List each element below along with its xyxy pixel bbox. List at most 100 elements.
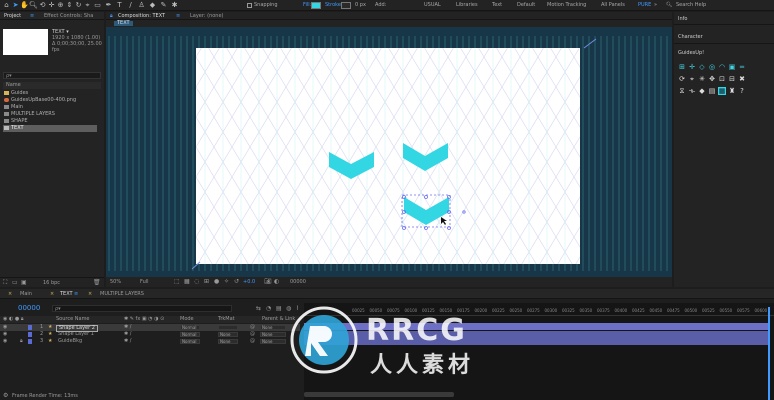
tab-close-icon[interactable]: × xyxy=(88,291,92,297)
fill-color-swatch[interactable] xyxy=(311,2,321,9)
guide-frame-icon[interactable]: ▣ xyxy=(728,63,736,71)
roto-brush-tool-icon[interactable]: ✎ xyxy=(159,1,168,10)
color-channels-icon[interactable]: ● xyxy=(214,278,219,285)
delete-icon[interactable]: 🗑︎ xyxy=(93,279,101,286)
layer-mode-dropdown[interactable]: Normal xyxy=(180,332,200,337)
rectangle-tool-icon[interactable]: ▭ xyxy=(93,1,102,10)
exposure-value[interactable]: +0.0 xyxy=(243,279,255,285)
layer-row[interactable]: ◉ 🔒︎ 3 ★ GuideBkg ✱ / Normal None @ None xyxy=(0,338,300,345)
column-mode[interactable]: Mode xyxy=(180,316,194,323)
clone-stamp-tool-icon[interactable]: ♙ xyxy=(137,1,146,10)
layer-label-color[interactable] xyxy=(28,332,32,337)
layer-row[interactable]: ◉ 2 ★ Shape Layer 1 ✱ / Normal None @ No… xyxy=(0,331,300,338)
layer-switches-icon[interactable]: ✱ / xyxy=(124,331,131,338)
guide-delete-icon[interactable]: ✖ xyxy=(738,75,746,83)
workspace-text[interactable]: Text xyxy=(492,2,502,9)
frame-blend-icon[interactable]: ▤ xyxy=(276,305,282,312)
orbit-tool-icon[interactable]: ⟲ xyxy=(38,1,47,10)
pickwhip-icon[interactable]: @ xyxy=(250,331,255,338)
breadcrumb[interactable]: TEXT xyxy=(114,21,133,26)
layer-trkmat-dropdown[interactable] xyxy=(218,325,238,330)
project-item-text[interactable]: TEXT xyxy=(3,125,97,132)
project-item-multiple-layers[interactable]: MULTIPLE LAYERS xyxy=(4,111,55,118)
layer-label-color[interactable] xyxy=(28,325,32,330)
project-search-input[interactable]: ρ▾ xyxy=(3,72,101,79)
guide-slice-icon[interactable]: ⊟ xyxy=(728,75,736,83)
stroke-width[interactable]: 0 px xyxy=(355,2,366,9)
layer-parent-dropdown[interactable]: None xyxy=(260,325,286,330)
guide-rotate-icon[interactable]: ⟳ xyxy=(678,75,686,83)
tab-layer[interactable]: Layer: (none) xyxy=(190,13,224,19)
pan-behind-tool-icon[interactable]: ⌖ xyxy=(83,1,92,10)
guide-cross-icon[interactable]: ✛ xyxy=(688,63,696,71)
eraser-tool-icon[interactable]: ◆ xyxy=(148,1,157,10)
layer-switches-icon[interactable]: ✱ / xyxy=(124,338,131,345)
move-tool-icon[interactable]: ✛ xyxy=(47,1,56,10)
guide-hline-icon[interactable]: ═ xyxy=(738,63,746,71)
guide-lock-icon[interactable]: ⊡ xyxy=(718,75,726,83)
layer-label-color[interactable] xyxy=(28,339,32,344)
workspace-libraries[interactable]: Libraries xyxy=(456,2,478,9)
pickwhip-icon[interactable]: @ xyxy=(250,338,255,345)
workspace-default[interactable]: Default xyxy=(517,2,535,9)
timeline-current-time[interactable]: 00000 xyxy=(18,304,40,312)
comp-lock-icon[interactable]: 🔒︎ xyxy=(110,13,113,19)
show-snapshot-icon[interactable]: ◐ xyxy=(274,278,279,285)
pen-tool-icon[interactable]: ✒ xyxy=(104,1,113,10)
new-folder-icon[interactable]: ▭ xyxy=(12,279,18,286)
info-panel-title[interactable]: Info xyxy=(678,16,687,22)
character-panel-title[interactable]: Character xyxy=(678,34,703,40)
guide-trash-icon[interactable]: ♜ xyxy=(728,87,736,95)
guide-snap-icon[interactable]: ◆ xyxy=(698,87,706,95)
timeline-search-input[interactable]: ρ▾ xyxy=(52,305,232,312)
type-tool-icon[interactable]: T xyxy=(115,1,124,10)
mask-visibility-icon[interactable]: ◌ xyxy=(194,278,199,285)
comp-timecode[interactable]: 00000 xyxy=(290,279,306,285)
render-time-icon[interactable]: ⚙ xyxy=(3,392,8,399)
layer-mode-dropdown[interactable]: Normal xyxy=(180,339,200,344)
new-comp-icon[interactable]: ▣ xyxy=(21,279,27,286)
guidesup-panel-title[interactable]: GuidesUp! xyxy=(678,50,704,56)
guide-mirror-icon[interactable]: ⟛ xyxy=(688,87,696,95)
workspace-motion-tracking[interactable]: Motion Tracking xyxy=(547,2,586,9)
selection-tool-icon[interactable]: ➤ xyxy=(11,1,20,10)
guide-help-icon[interactable]: ? xyxy=(738,87,746,95)
guide-flip-icon[interactable]: ⧖ xyxy=(678,87,686,95)
workspace-all-panels[interactable]: All Panels xyxy=(601,2,625,9)
playhead[interactable] xyxy=(768,307,770,400)
visibility-eye-icon[interactable]: ◉ xyxy=(3,331,7,338)
comp-menu-icon[interactable]: ≡ xyxy=(176,13,180,19)
project-item-guides[interactable]: Guides xyxy=(4,90,28,97)
tab-close-icon[interactable]: × xyxy=(50,291,54,297)
layer-lock-icon[interactable]: 🔒︎ xyxy=(20,338,23,345)
layer-switches-icon[interactable]: ✱ / xyxy=(124,324,131,331)
puppet-tool-icon[interactable]: ✱ xyxy=(170,1,179,10)
visibility-eye-icon[interactable]: ◉ xyxy=(3,324,7,331)
pan-tool-icon[interactable]: ⊕ xyxy=(56,1,65,10)
guide-pin-icon[interactable]: ⌖ xyxy=(688,75,696,83)
add-label[interactable]: Add: xyxy=(375,2,386,9)
brush-tool-icon[interactable]: / xyxy=(126,1,135,10)
rotate-tool-icon[interactable]: ↻ xyxy=(74,1,83,10)
hand-tool-icon[interactable]: ✋ xyxy=(20,1,29,10)
guide-pattern-icon[interactable]: ▤ xyxy=(708,87,716,95)
comp-viewer[interactable] xyxy=(106,27,672,277)
workspace-overflow-icon[interactable]: » xyxy=(654,2,657,9)
timeline-tab-main[interactable]: Main xyxy=(20,291,32,297)
layer-trkmat-dropdown[interactable]: None xyxy=(218,332,238,337)
snapping-checkbox[interactable] xyxy=(247,3,252,8)
grid-guides-icon[interactable]: ⊞ xyxy=(204,278,209,285)
snapshot-icon[interactable]: 📷︎ xyxy=(264,278,272,285)
layer-row[interactable]: ◉ 1 ★ Shape Layer 2 ✱ / Normal @ None xyxy=(0,324,300,332)
guide-star-icon[interactable]: ✳ xyxy=(698,75,706,83)
guide-active-icon[interactable]: ▦ xyxy=(718,87,726,95)
guide-move-icon[interactable]: ✥ xyxy=(708,75,716,83)
timeline-tab-text[interactable]: TEXT xyxy=(60,291,73,297)
tab-close-icon[interactable]: × xyxy=(8,291,12,297)
timeline-menu-icon[interactable]: ≡ xyxy=(74,291,78,297)
guide-circle-icon[interactable]: ◎ xyxy=(708,63,716,71)
layer-parent-dropdown[interactable]: None xyxy=(260,339,286,344)
search-help-icon[interactable]: 🔍︎ xyxy=(666,2,672,9)
transparency-grid-icon[interactable]: ▦ xyxy=(184,278,190,285)
layer-mode-dropdown[interactable]: Normal xyxy=(180,325,200,330)
